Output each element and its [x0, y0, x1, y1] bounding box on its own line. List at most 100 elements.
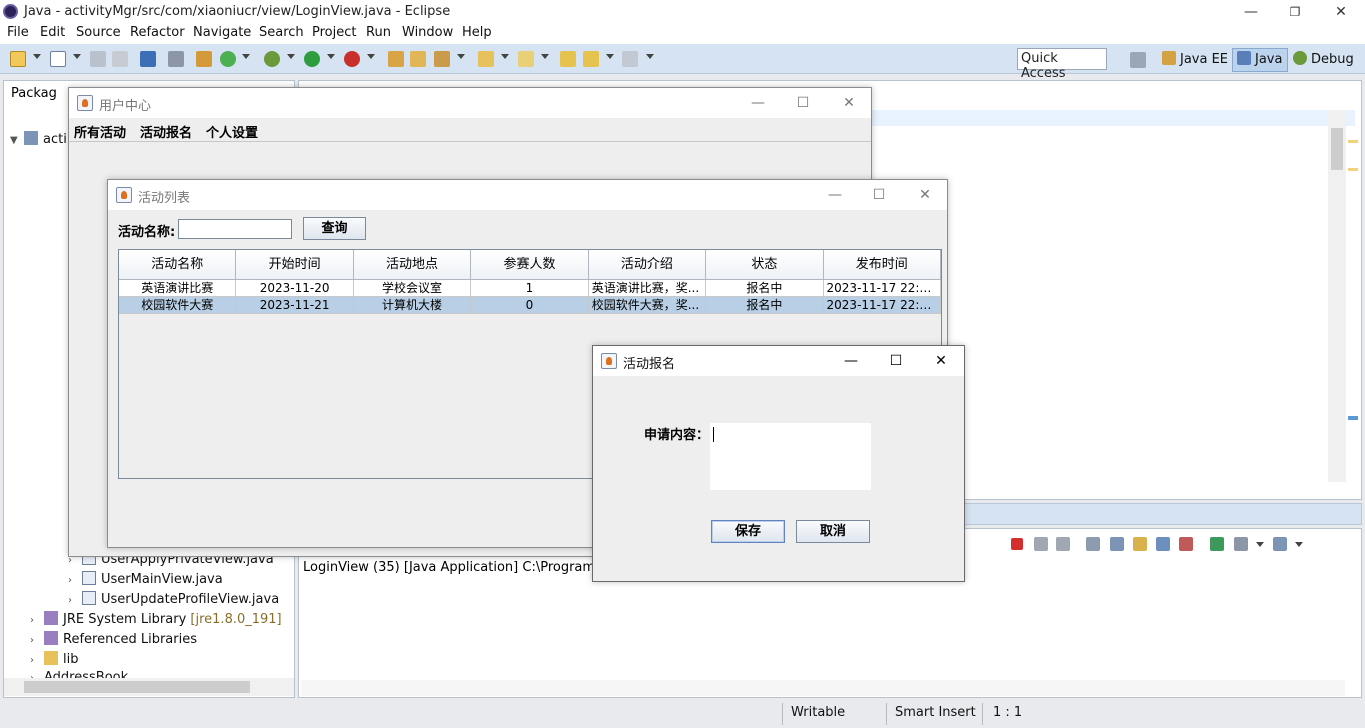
- menu-file[interactable]: File: [7, 25, 29, 40]
- menu-navigate[interactable]: Navigate: [193, 25, 251, 40]
- new-icon[interactable]: [10, 51, 26, 67]
- menu-refactor[interactable]: Refactor: [130, 25, 185, 40]
- save-button[interactable]: 保存: [711, 520, 785, 543]
- editor-scrollbar[interactable]: [1328, 110, 1346, 482]
- open-folder-icon[interactable]: [410, 51, 426, 67]
- minimize-icon[interactable]: —: [743, 93, 773, 113]
- perspective-java[interactable]: Java: [1237, 51, 1282, 67]
- chevron-down-icon[interactable]: [73, 54, 81, 59]
- chevron-down-icon[interactable]: [367, 54, 375, 59]
- menu-help[interactable]: Help: [462, 25, 492, 40]
- chevron-down-icon[interactable]: [1295, 542, 1303, 547]
- open-perspective-icon[interactable]: [1130, 52, 1146, 68]
- minimize-icon[interactable]: —: [1236, 2, 1266, 22]
- open-type-icon[interactable]: [388, 51, 404, 67]
- chevron-down-icon[interactable]: [606, 54, 614, 59]
- remove-launch-icon[interactable]: [1034, 537, 1048, 551]
- column-header[interactable]: 活动名称: [119, 250, 237, 280]
- collapse-arrow-icon[interactable]: ▼: [10, 135, 24, 146]
- chevron-down-icon[interactable]: [327, 54, 335, 59]
- debug-icon[interactable]: [264, 51, 280, 67]
- tree-file-row[interactable]: › UserUpdateProfileView.java: [68, 591, 279, 607]
- close-icon[interactable]: ✕: [910, 185, 940, 205]
- menu-search[interactable]: Search: [259, 25, 304, 40]
- save-icon[interactable]: [90, 51, 106, 67]
- column-header[interactable]: 参赛人数: [471, 250, 589, 280]
- chevron-down-icon[interactable]: [33, 54, 41, 59]
- show-errors-icon[interactable]: [1179, 537, 1193, 551]
- overview-ruler-mark[interactable]: [1348, 140, 1358, 143]
- overview-ruler-mark[interactable]: [1348, 168, 1358, 171]
- minimize-icon[interactable]: —: [836, 351, 866, 371]
- tree-jre-row[interactable]: › JRE System Library [jre1.8.0_191]: [30, 611, 282, 627]
- expand-arrow-icon[interactable]: ›: [30, 655, 44, 666]
- restore-icon[interactable]: ❐: [1280, 2, 1310, 22]
- word-wrap-icon[interactable]: [1133, 537, 1147, 551]
- scrollbar-thumb[interactable]: [24, 681, 250, 693]
- close-icon[interactable]: ✕: [1326, 2, 1356, 22]
- column-header[interactable]: 活动地点: [353, 250, 472, 280]
- cancel-button[interactable]: 取消: [796, 520, 870, 543]
- quick-access-input[interactable]: Quick Access: [1017, 48, 1107, 81]
- refresh-icon[interactable]: [220, 51, 236, 67]
- chevron-down-icon[interactable]: [541, 54, 549, 59]
- menu-project[interactable]: Project: [312, 25, 356, 40]
- skip-breakpoints-icon[interactable]: [168, 51, 184, 67]
- chevron-down-icon[interactable]: [646, 54, 654, 59]
- tree-project-row[interactable]: ▼ acti: [10, 131, 67, 147]
- menu-window[interactable]: Window: [402, 25, 453, 40]
- package-explorer-scrollbar[interactable]: [4, 678, 294, 696]
- column-header[interactable]: 状态: [706, 250, 824, 280]
- expand-arrow-icon[interactable]: ›: [30, 615, 44, 626]
- maximize-icon[interactable]: ☐: [881, 351, 911, 371]
- maximize-icon[interactable]: ☐: [788, 93, 818, 113]
- activity-name-input[interactable]: [178, 219, 292, 239]
- chevron-down-icon[interactable]: [457, 54, 465, 59]
- column-header[interactable]: 开始时间: [236, 250, 354, 280]
- tree-next-project-row[interactable]: ›AddressBook: [30, 670, 128, 678]
- display-console-icon[interactable]: [1234, 537, 1248, 551]
- pin-console-icon[interactable]: [1210, 537, 1224, 551]
- chevron-down-icon[interactable]: [1256, 542, 1264, 547]
- table-row[interactable]: 英语演讲比赛 2023-11-20 学校会议室 1 英语演讲比赛，奖... 报名…: [119, 280, 941, 297]
- save-all-icon[interactable]: [112, 51, 128, 67]
- expand-arrow-icon[interactable]: ›: [68, 595, 82, 606]
- open-console-icon[interactable]: [1273, 537, 1287, 551]
- perspective-java-ee[interactable]: Java EE: [1162, 51, 1228, 67]
- tree-file-row[interactable]: › UserMainView.java: [68, 571, 223, 587]
- expand-arrow-icon[interactable]: ›: [68, 575, 82, 586]
- run-icon[interactable]: [304, 51, 320, 67]
- menu-activity-signup[interactable]: 活动报名: [140, 122, 192, 141]
- minimize-icon[interactable]: —: [820, 185, 850, 205]
- menu-all-activities[interactable]: 所有活动: [74, 122, 126, 141]
- search-tool-icon[interactable]: [434, 51, 450, 67]
- forward-arrow-icon[interactable]: [622, 51, 638, 67]
- menu-run[interactable]: Run: [366, 25, 391, 40]
- last-edit-icon[interactable]: [560, 51, 576, 67]
- chevron-down-icon[interactable]: [242, 54, 250, 59]
- column-header[interactable]: 活动介绍: [588, 250, 707, 280]
- perspective-debug[interactable]: Debug: [1293, 51, 1354, 67]
- new-file-icon[interactable]: [50, 51, 66, 67]
- expand-arrow-icon[interactable]: ›: [30, 635, 44, 646]
- tree-lib-row[interactable]: › lib: [30, 651, 78, 667]
- remove-all-icon[interactable]: [1056, 537, 1070, 551]
- close-icon[interactable]: ✕: [926, 351, 956, 371]
- back-arrow-icon[interactable]: [583, 51, 599, 67]
- scrollbar-thumb[interactable]: [1331, 128, 1343, 170]
- maximize-icon[interactable]: ☐: [864, 185, 894, 205]
- chevron-down-icon[interactable]: [287, 54, 295, 59]
- menu-edit[interactable]: Edit: [40, 25, 65, 40]
- column-header[interactable]: 发布时间: [823, 250, 941, 280]
- tree-ref-libs-row[interactable]: › Referenced Libraries: [30, 631, 197, 647]
- overview-ruler-mark[interactable]: [1348, 416, 1358, 420]
- external-tools-icon[interactable]: [344, 51, 360, 67]
- close-icon[interactable]: ✕: [834, 93, 864, 113]
- content-textarea[interactable]: [710, 423, 871, 490]
- menu-personal-settings[interactable]: 个人设置: [206, 122, 258, 141]
- annotation-next-icon[interactable]: [518, 51, 534, 67]
- console-scrollbar[interactable]: [301, 680, 1345, 696]
- table-row-selected[interactable]: 校园软件大赛 2023-11-21 计算机大楼 0 校园软件大赛，奖... 报名…: [119, 297, 941, 314]
- console-icon[interactable]: [140, 51, 156, 67]
- query-button[interactable]: 查询: [303, 217, 366, 240]
